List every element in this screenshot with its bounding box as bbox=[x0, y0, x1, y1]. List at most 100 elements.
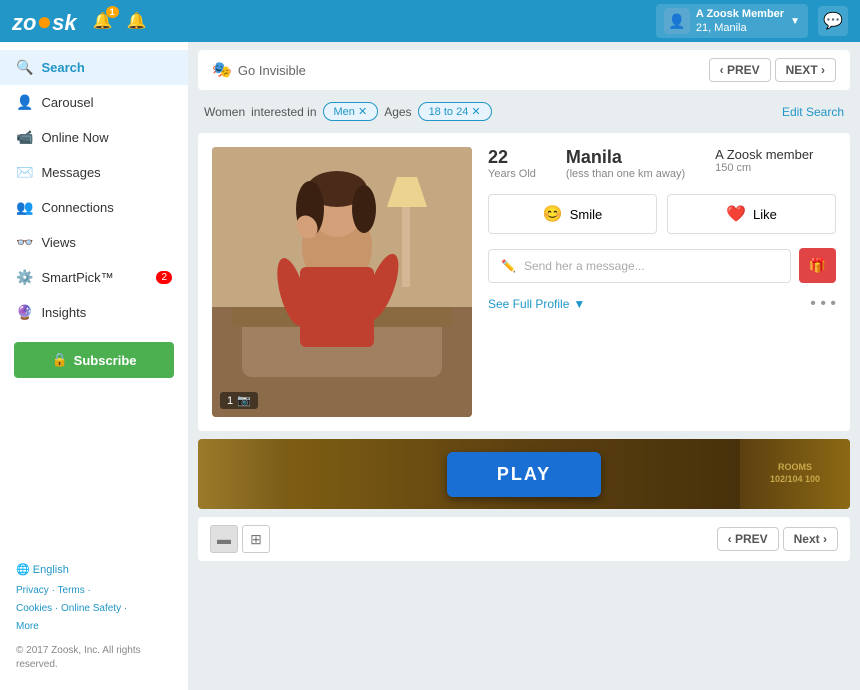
filter-interested-in: interested in bbox=[251, 105, 316, 119]
alerts-icon[interactable]: 🔔 bbox=[127, 11, 147, 31]
play-button[interactable]: PLAY bbox=[447, 452, 601, 497]
profile-photo-wrap: 1 📷 bbox=[212, 147, 472, 417]
views-icon: 👓 bbox=[16, 234, 33, 251]
bottom-nav-buttons: ‹ PREV Next › bbox=[717, 527, 838, 551]
member-label: A Zoosk member bbox=[715, 147, 813, 162]
edit-search-link[interactable]: Edit Search bbox=[782, 105, 844, 119]
chevron-down-icon: ▼ bbox=[790, 16, 800, 27]
profile-card: 1 📷 22 Years Old Manila (less than one k… bbox=[198, 133, 850, 431]
age-value: 22 bbox=[488, 147, 536, 168]
next-button-top[interactable]: NEXT › bbox=[775, 58, 836, 82]
top-navigation: zo●sk 🔔 1 🔔 👤 A Zoosk Member 21, Manila … bbox=[0, 0, 860, 42]
go-invisible-button[interactable]: 🎭 Go Invisible bbox=[212, 60, 306, 80]
message-row: ✏️ Send her a message... 🎁 bbox=[488, 248, 836, 283]
chevron-right-icon: › bbox=[821, 63, 825, 77]
user-name: A Zoosk Member bbox=[696, 7, 784, 21]
notifications-badge: 1 bbox=[106, 6, 119, 18]
invisible-label: Go Invisible bbox=[238, 63, 306, 78]
sidebar-item-search[interactable]: 🔍 Search bbox=[0, 50, 188, 85]
filter-men-tag[interactable]: Men ✕ bbox=[323, 102, 379, 121]
nav-buttons: ‹ PREV NEXT › bbox=[709, 58, 836, 82]
subscribe-button[interactable]: 🔒 Subscribe bbox=[14, 342, 174, 378]
chevron-right-icon: › bbox=[823, 532, 827, 546]
more-options-button[interactable]: • • • bbox=[810, 295, 836, 313]
more-link[interactable]: More bbox=[16, 621, 39, 632]
sidebar-item-smartpick[interactable]: ⚙️ SmartPick™ 2 bbox=[0, 260, 188, 295]
profile-info: 22 Years Old Manila (less than one km aw… bbox=[488, 147, 836, 417]
sidebar-item-messages[interactable]: ✉️ Messages bbox=[0, 155, 188, 190]
sidebar-label-carousel: Carousel bbox=[41, 95, 93, 110]
gift-button[interactable]: 🎁 bbox=[799, 248, 836, 283]
content-area: 🎭 Go Invisible ‹ PREV NEXT › Women inter… bbox=[188, 42, 860, 690]
chevron-left-icon: ‹ bbox=[728, 532, 732, 546]
sidebar-item-online-now[interactable]: 📹 Online Now bbox=[0, 120, 188, 155]
smile-emoji-icon: 😊 bbox=[543, 204, 563, 224]
privacy-link[interactable]: Privacy bbox=[16, 585, 49, 596]
user-profile-button[interactable]: 👤 A Zoosk Member 21, Manila ▼ bbox=[656, 4, 808, 39]
list-view-button[interactable]: ▬ bbox=[210, 525, 238, 553]
pencil-icon: ✏️ bbox=[501, 259, 516, 273]
sidebar-item-views[interactable]: 👓 Views bbox=[0, 225, 188, 260]
footer-links: Privacy · Terms · Cookies · Online Safet… bbox=[16, 582, 172, 636]
search-icon: 🔍 bbox=[16, 59, 33, 76]
height-value: 150 cm bbox=[715, 162, 813, 174]
filter-tags: Women interested in Men ✕ Ages 18 to 24 … bbox=[204, 102, 492, 121]
smile-button[interactable]: 😊 Smile bbox=[488, 194, 657, 234]
mask-icon: 🎭 bbox=[212, 60, 232, 80]
filter-bar: Women interested in Men ✕ Ages 18 to 24 … bbox=[198, 98, 850, 125]
message-input[interactable]: ✏️ Send her a message... bbox=[488, 249, 791, 283]
sidebar-label-messages: Messages bbox=[41, 165, 100, 180]
avatar: 👤 bbox=[664, 8, 690, 34]
chat-icon[interactable]: 💬 bbox=[818, 6, 848, 36]
see-full-label: See Full Profile bbox=[488, 297, 569, 311]
user-location: 21, Manila bbox=[696, 21, 784, 35]
terms-link[interactable]: Terms bbox=[58, 585, 85, 596]
sidebar-item-connections[interactable]: 👥 Connections bbox=[0, 190, 188, 225]
sidebar-label-insights: Insights bbox=[41, 305, 86, 320]
grid-view-button[interactable]: ⊞ bbox=[242, 525, 270, 553]
smartpick-icon: ⚙️ bbox=[16, 269, 33, 286]
sidebar-item-carousel[interactable]: 👤 Carousel bbox=[0, 85, 188, 120]
main-wrapper: 🔍 Search 👤 Carousel 📹 Online Now ✉️ Mess… bbox=[0, 42, 860, 690]
profile-actions: 😊 Smile ❤️ Like bbox=[488, 194, 836, 234]
like-button[interactable]: ❤️ Like bbox=[667, 194, 836, 234]
prev-button-top[interactable]: ‹ PREV bbox=[709, 58, 771, 82]
age-stat: 22 Years Old bbox=[488, 147, 536, 180]
profile-stats: 22 Years Old Manila (less than one km aw… bbox=[488, 147, 836, 180]
filter-ages-tag[interactable]: 18 to 24 ✕ bbox=[418, 102, 492, 121]
online-safety-link[interactable]: Online Safety bbox=[61, 603, 121, 614]
heart-icon: ❤️ bbox=[726, 204, 746, 224]
insights-icon: 🔮 bbox=[16, 304, 33, 321]
city-sub: (less than one km away) bbox=[566, 168, 685, 180]
sidebar-label-smartpick: SmartPick™ bbox=[41, 270, 113, 285]
filter-women: Women bbox=[204, 105, 245, 119]
photo-counter: 1 📷 bbox=[220, 392, 258, 409]
prev-button-bottom[interactable]: ‹ PREV bbox=[717, 527, 779, 551]
notifications-icon[interactable]: 🔔 1 bbox=[93, 11, 113, 31]
profile-photo bbox=[212, 147, 472, 417]
next-button-bottom[interactable]: Next › bbox=[783, 527, 838, 551]
grid-view-icon: ⊞ bbox=[250, 531, 262, 548]
language-selector[interactable]: 🌐 English bbox=[16, 563, 172, 576]
location-stat: Manila (less than one km away) bbox=[566, 147, 685, 180]
person-artwork bbox=[212, 147, 472, 417]
messages-icon: ✉️ bbox=[16, 164, 33, 181]
see-full-profile-link[interactable]: See Full Profile ▼ bbox=[488, 297, 585, 311]
app-logo: zo●sk bbox=[12, 6, 77, 37]
camera-icon: 📷 bbox=[237, 394, 251, 407]
sidebar-label-search: Search bbox=[41, 60, 84, 75]
sidebar-footer: 🌐 English Privacy · Terms · Cookies · On… bbox=[0, 553, 188, 682]
sidebar-item-insights[interactable]: 🔮 Insights bbox=[0, 295, 188, 330]
connections-icon: 👥 bbox=[16, 199, 33, 216]
sidebar-label-online-now: Online Now bbox=[41, 130, 108, 145]
carousel-icon: 👤 bbox=[16, 94, 33, 111]
photo-count: 1 bbox=[227, 395, 233, 407]
like-label: Like bbox=[753, 207, 777, 222]
smartpick-badge: 2 bbox=[156, 271, 172, 284]
chevron-left-icon: ‹ bbox=[720, 63, 724, 77]
sidebar: 🔍 Search 👤 Carousel 📹 Online Now ✉️ Mess… bbox=[0, 42, 188, 690]
cookies-link[interactable]: Cookies bbox=[16, 603, 52, 614]
subscribe-label: Subscribe bbox=[74, 353, 137, 368]
content-topbar: 🎭 Go Invisible ‹ PREV NEXT › bbox=[198, 50, 850, 90]
online-now-icon: 📹 bbox=[16, 129, 33, 146]
